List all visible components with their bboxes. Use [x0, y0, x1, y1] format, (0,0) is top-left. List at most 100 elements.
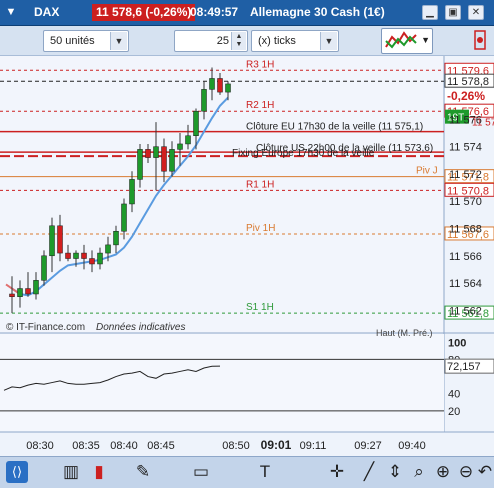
candle-body [65, 252, 71, 259]
watermark-note: Données indicatives [96, 322, 186, 333]
oscillator-value-tag: 72,157 [447, 361, 481, 373]
ticks-mode-select[interactable]: (x) ticks ▼ [251, 30, 339, 52]
candle-body [25, 288, 31, 295]
candle-body [97, 252, 103, 265]
indicators-icon [385, 31, 417, 49]
candle-body [89, 258, 95, 265]
candle-body [145, 149, 151, 158]
draw-rectangle-icon[interactable]: ▭ [190, 461, 212, 483]
text-tool-icon[interactable]: T [254, 461, 276, 483]
pin-icon[interactable] [472, 30, 488, 52]
oscillator-tick-label: 100 [448, 337, 466, 349]
candle-body [9, 293, 15, 297]
candle-body [33, 280, 39, 295]
price-tick-label: 11 562 [449, 305, 482, 317]
level-cloture-us-label: Clôture US 22h00 de la veille (11 573,6) [256, 143, 433, 154]
candle-body [185, 135, 191, 145]
line-tool-icon[interactable]: ╱ [358, 461, 380, 483]
price-tick-label: 11 566 [449, 251, 482, 263]
bottom-toolbar: ⟨⟩ ▥ ▮ ✎ ▭ T ✛ ╱ ⇕ ⌕ ⊕ ⊖ ↶ [0, 456, 494, 488]
level-s1-label: S1 1H [246, 302, 274, 313]
price-tick-label: 11 574 [449, 142, 482, 154]
candle-body [193, 110, 199, 137]
price-tick-label: 11 572 [449, 169, 482, 181]
candle-body [105, 244, 111, 254]
candle-body [49, 225, 55, 257]
price-tick-label: 11 576 [449, 114, 482, 126]
candles-icon[interactable]: ▮ [88, 461, 110, 483]
chevron-down-icon[interactable]: ▼ [110, 32, 127, 50]
price-tick-label: 11 570 [449, 196, 482, 208]
last-price-badge: 11 578,6 (-0,26%) [92, 4, 196, 21]
indicators-button[interactable]: ▼ [381, 28, 433, 54]
candle-body [57, 225, 63, 254]
crosshair-icon[interactable]: ✛ [326, 461, 348, 483]
level-piv-label: Piv 1H [246, 223, 275, 234]
price-tick-label: 11 568 [449, 224, 482, 236]
time-tick-label: 09:11 [300, 440, 327, 452]
candle-body [225, 83, 231, 93]
last-price-tag: 11 578,8 [447, 76, 489, 88]
quote-time: 08:49:57 [190, 5, 239, 19]
time-tick-label: 09:01 [261, 438, 292, 452]
level-piv-j-label: Piv J [416, 166, 438, 177]
zoom-fit-icon[interactable]: ⌕ [408, 461, 430, 483]
time-tick-label: 08:40 [110, 440, 138, 452]
watermark-source: © IT-Finance.com [6, 322, 85, 333]
chevron-down-icon[interactable]: ▼ [421, 35, 430, 45]
candle-body [129, 179, 135, 205]
time-tick-label: 08:50 [222, 440, 250, 452]
change-tag: -0,26% [447, 89, 485, 103]
candle-body [161, 146, 167, 172]
watermark-corner: Haut (M. Pré.) [376, 328, 433, 338]
ticks-stepper[interactable]: 25 ▲ ▼ [174, 30, 248, 52]
price-chart[interactable]: R3 1H11 579,6R2 1H11 576,6Piv J11 571,8R… [0, 56, 494, 456]
units-value: 50 unités [50, 35, 95, 47]
instrument-symbol[interactable]: DAX [34, 5, 59, 19]
stepper-arrows-icon[interactable]: ▲ ▼ [231, 32, 246, 50]
candle-body [201, 89, 207, 112]
level-r3-label: R3 1H [246, 59, 274, 70]
reset-zoom-icon[interactable]: ↶ [474, 461, 494, 483]
time-tick-label: 09:40 [398, 440, 426, 452]
level-r2-label: R2 1H [246, 100, 274, 111]
chart-toolbar: 50 unités ▼ 25 ▲ ▼ (x) ticks ▼ ▼ [0, 26, 494, 56]
chart-area[interactable]: R3 1H11 579,6R2 1H11 576,6Piv J11 571,8R… [0, 56, 494, 456]
price-plot-bg [0, 56, 444, 333]
close-button[interactable]: ✕ [468, 5, 484, 20]
zoom-in-icon[interactable]: ⊕ [432, 461, 454, 483]
candle-body [121, 203, 127, 232]
ticks-value: 25 [216, 35, 229, 47]
candle-body [209, 78, 215, 90]
instrument-name: Allemagne 30 Cash (1€) [250, 5, 385, 19]
candle-body [153, 146, 159, 158]
candle-body [73, 252, 79, 259]
drawing-icon[interactable]: ✎ [132, 461, 154, 483]
candle-body [81, 252, 87, 259]
units-select[interactable]: 50 unités ▼ [43, 30, 129, 52]
oscillator-tick-label: 40 [448, 389, 460, 401]
measure-icon[interactable]: ⇕ [384, 461, 406, 483]
candle-body [41, 255, 47, 281]
level-r1-label: R1 1H [246, 179, 274, 190]
candle-body [177, 143, 183, 150]
candle-body [17, 288, 23, 297]
chevron-down-icon[interactable]: ▼ [4, 5, 18, 19]
title-bar: ▼ DAX 11 578,6 (-0,26%) 08:49:57 Allemag… [0, 0, 494, 26]
candle-body [113, 230, 119, 246]
time-tick-label: 08:35 [72, 440, 100, 452]
restore-button[interactable]: ▣ [445, 5, 461, 20]
ticks-mode-label: (x) ticks [258, 35, 296, 47]
share-icon[interactable]: ⟨⟩ [6, 461, 28, 483]
chart-type-icon[interactable]: ▥ [60, 461, 82, 483]
minimize-button[interactable]: ▁ [422, 5, 438, 20]
level-cloture-eu-label: Clôture EU 17h30 de la veille (11 575,1) [246, 122, 423, 133]
candle-body [217, 78, 223, 93]
candle-body [169, 149, 175, 172]
time-tick-label: 08:45 [147, 440, 175, 452]
time-tick-label: 08:30 [26, 440, 54, 452]
price-tick-label: 11 564 [449, 278, 482, 290]
candle-body [137, 149, 143, 180]
chevron-down-icon[interactable]: ▼ [320, 32, 337, 50]
time-tick-label: 09:27 [354, 440, 382, 452]
